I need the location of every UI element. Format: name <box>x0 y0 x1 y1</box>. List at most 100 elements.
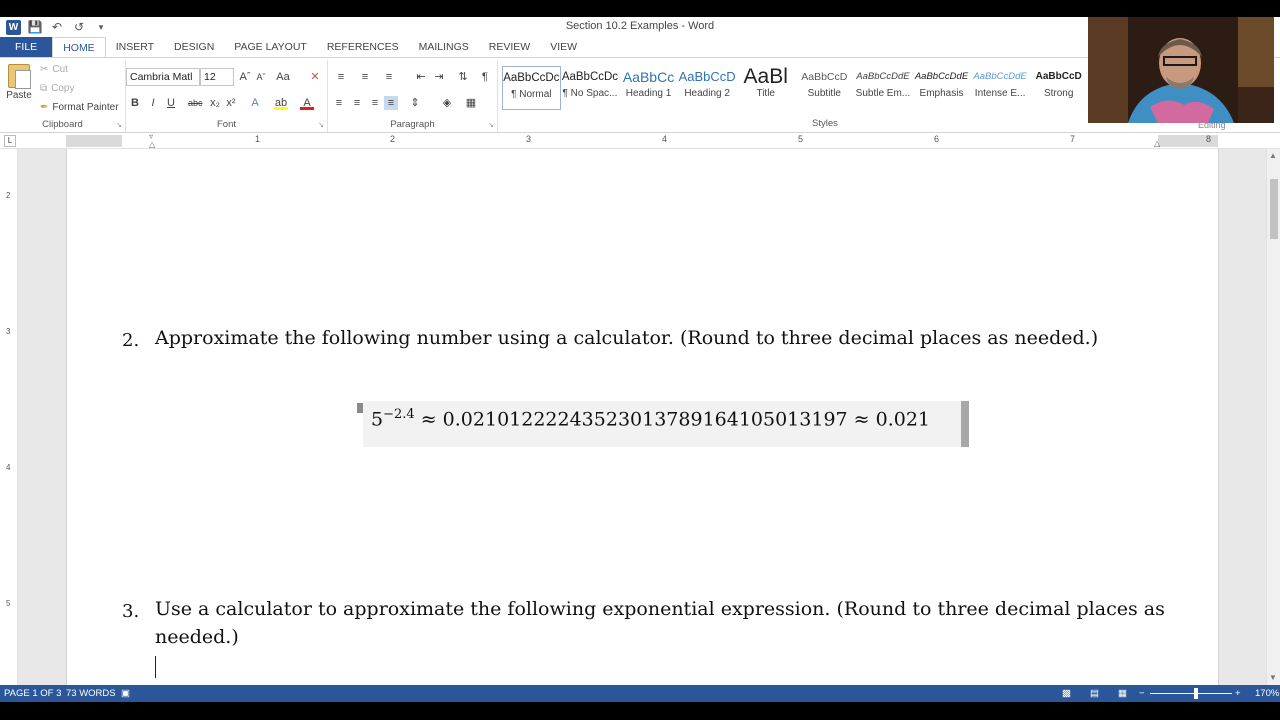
bold-icon[interactable]: B <box>128 96 142 110</box>
show-formatting-icon[interactable]: ¶ <box>478 70 492 84</box>
style-title[interactable]: AaBl Title <box>736 66 795 110</box>
numbering-icon[interactable]: ≡ <box>358 70 372 84</box>
grow-font-icon[interactable]: Aˆ <box>238 70 252 84</box>
style-emphasis[interactable]: AaBbCcDdE Emphasis <box>912 66 971 110</box>
proofing-icon[interactable]: ▣ <box>121 688 130 699</box>
styles-gallery: AaBbCcDc ¶ Normal AaBbCcDc ¶ No Spac... … <box>502 60 1088 116</box>
subscript-icon[interactable]: x₂ <box>208 96 222 110</box>
zoom-slider-thumb[interactable] <box>1194 688 1198 699</box>
scissors-icon: ✂ <box>40 64 49 75</box>
document-page[interactable]: 2. Approximate the following number usin… <box>66 149 1219 685</box>
webcam-overlay <box>1088 17 1274 123</box>
cut-button[interactable]: ✂ Cut <box>40 64 68 75</box>
paste-label: Paste <box>6 90 32 101</box>
question-2-number: 2. <box>122 330 140 351</box>
ruler-number: 3 <box>526 134 532 144</box>
tab-file[interactable]: FILE <box>0 37 53 57</box>
tab-review[interactable]: REVIEW <box>479 37 540 57</box>
scroll-up-icon[interactable]: ▲ <box>1269 151 1277 160</box>
page-count[interactable]: PAGE 1 OF 3 <box>4 688 61 699</box>
bullets-icon[interactable]: ≡ <box>334 70 348 84</box>
shrink-font-icon[interactable]: Aˇ <box>254 70 268 84</box>
style-name: Subtitle <box>807 88 841 99</box>
zoom-level[interactable]: 170% <box>1255 688 1279 699</box>
highlight-icon[interactable]: ab <box>274 96 288 110</box>
style-name: Intense E... <box>974 88 1026 99</box>
change-case-icon[interactable]: Aa <box>276 70 290 84</box>
style-name: Strong <box>1043 88 1074 99</box>
shading-icon[interactable]: ◈ <box>440 96 454 110</box>
font-name-box[interactable]: Cambria Matl <box>126 68 200 86</box>
style-intense-emphasis[interactable]: AaBbCcDdE Intense E... <box>971 66 1030 110</box>
read-mode-icon[interactable]: ▩ <box>1062 688 1071 699</box>
style-heading-2[interactable]: AaBbCcD Heading 2 <box>678 66 737 110</box>
paste-button[interactable]: Paste <box>4 62 34 112</box>
style-preview: AaBbCc <box>622 69 675 85</box>
document-workspace: 2 3 4 5 2. Approximate the following num… <box>0 149 1280 685</box>
zoom-out-icon[interactable]: − <box>1139 688 1145 699</box>
copy-button[interactable]: ⧉ Copy <box>40 83 75 94</box>
superscript-icon[interactable]: x² <box>224 96 238 110</box>
right-indent-marker-icon[interactable]: △ <box>1154 139 1160 148</box>
indent-marker-icon[interactable]: ▿ △ <box>149 133 157 149</box>
tab-insert[interactable]: INSERT <box>106 37 164 57</box>
align-right-icon[interactable]: ≡ <box>368 96 382 110</box>
font-launcher-icon[interactable]: ↘ <box>318 121 324 129</box>
font-size-box[interactable]: 12 <box>200 68 234 86</box>
line-spacing-icon[interactable]: ⇕ <box>408 96 422 110</box>
style-subtle-emphasis[interactable]: AaBbCcDdE Subtle Em... <box>854 66 913 110</box>
style-strong[interactable]: AaBbCcD Strong <box>1029 66 1088 110</box>
style-subtitle[interactable]: AaBbCcD Subtitle <box>795 66 854 110</box>
clear-formatting-icon[interactable]: ✕ <box>308 70 322 84</box>
underline-icon[interactable]: U <box>164 96 178 110</box>
clipboard-launcher-icon[interactable]: ↘ <box>116 121 122 129</box>
style-normal[interactable]: AaBbCcDc ¶ Normal <box>502 66 561 110</box>
scrollbar-thumb[interactable] <box>1270 179 1278 239</box>
tab-selector[interactable]: L <box>4 135 16 147</box>
vruler-number: 2 <box>6 191 11 200</box>
zoom-in-icon[interactable]: + <box>1235 688 1241 699</box>
align-left-icon[interactable]: ≡ <box>332 96 346 110</box>
multilevel-list-icon[interactable]: ≡ <box>382 70 396 84</box>
font-group: Cambria Matl 12 Aˆ Aˇ Aa ✕ B I U abc x₂ … <box>126 60 328 132</box>
print-layout-icon[interactable]: ▤ <box>1090 688 1099 699</box>
vruler-number: 3 <box>6 327 11 336</box>
tab-view[interactable]: VIEW <box>540 37 587 57</box>
sort-icon[interactable]: ⇅ <box>456 70 470 84</box>
style-no-spacing[interactable]: AaBbCcDc ¶ No Spac... <box>561 66 620 110</box>
italic-icon[interactable]: I <box>146 96 160 110</box>
align-center-icon[interactable]: ≡ <box>350 96 364 110</box>
text-effects-icon[interactable]: A <box>248 96 262 110</box>
paragraph-group: ≡ ≡ ≡ ⇤ ⇥ ⇅ ¶ ≡ ≡ ≡ ≡ ⇕ ◈ ▦ Paragraph ↘ <box>328 60 498 132</box>
equation: 5−2.4 ≈ 0.021012222435230137891641050131… <box>371 407 930 430</box>
copy-label: Copy <box>51 83 75 94</box>
paintbrush-icon: ✒ <box>40 102 49 113</box>
scroll-down-icon[interactable]: ▼ <box>1269 673 1277 682</box>
vertical-scrollbar[interactable]: ▲ ▼ <box>1266 149 1280 685</box>
style-heading-1[interactable]: AaBbCc Heading 1 <box>619 66 678 110</box>
increase-indent-icon[interactable]: ⇥ <box>432 70 446 84</box>
format-painter-button[interactable]: ✒ Format Painter <box>40 102 119 113</box>
tab-references[interactable]: REFERENCES <box>317 37 409 57</box>
equation-exponent: −2.4 <box>383 407 415 422</box>
tab-design[interactable]: DESIGN <box>164 37 224 57</box>
ruler-text-area <box>122 135 1158 147</box>
zoom-slider[interactable] <box>1150 693 1232 694</box>
ruler-number: 8 <box>1206 134 1212 144</box>
paragraph-launcher-icon[interactable]: ↘ <box>488 121 494 129</box>
web-layout-icon[interactable]: ▦ <box>1118 688 1127 699</box>
tab-mailings[interactable]: MAILINGS <box>409 37 479 57</box>
word-count[interactable]: 73 WORDS <box>66 688 116 699</box>
tab-page-layout[interactable]: PAGE LAYOUT <box>224 37 317 57</box>
equation-handle[interactable] <box>357 403 363 413</box>
tab-home[interactable]: HOME <box>52 37 106 57</box>
equation-box[interactable]: 5−2.4 ≈ 0.021012222435230137891641050131… <box>357 401 969 447</box>
decrease-indent-icon[interactable]: ⇤ <box>414 70 428 84</box>
borders-icon[interactable]: ▦ <box>464 96 478 110</box>
justify-icon[interactable]: ≡ <box>384 96 398 110</box>
strikethrough-icon[interactable]: abc <box>188 96 203 110</box>
equation-options-icon[interactable] <box>961 401 969 447</box>
font-color-icon[interactable]: A <box>300 96 314 110</box>
style-preview: AaBbCcDdE <box>973 71 1027 82</box>
paragraph-group-label: Paragraph <box>390 119 435 130</box>
